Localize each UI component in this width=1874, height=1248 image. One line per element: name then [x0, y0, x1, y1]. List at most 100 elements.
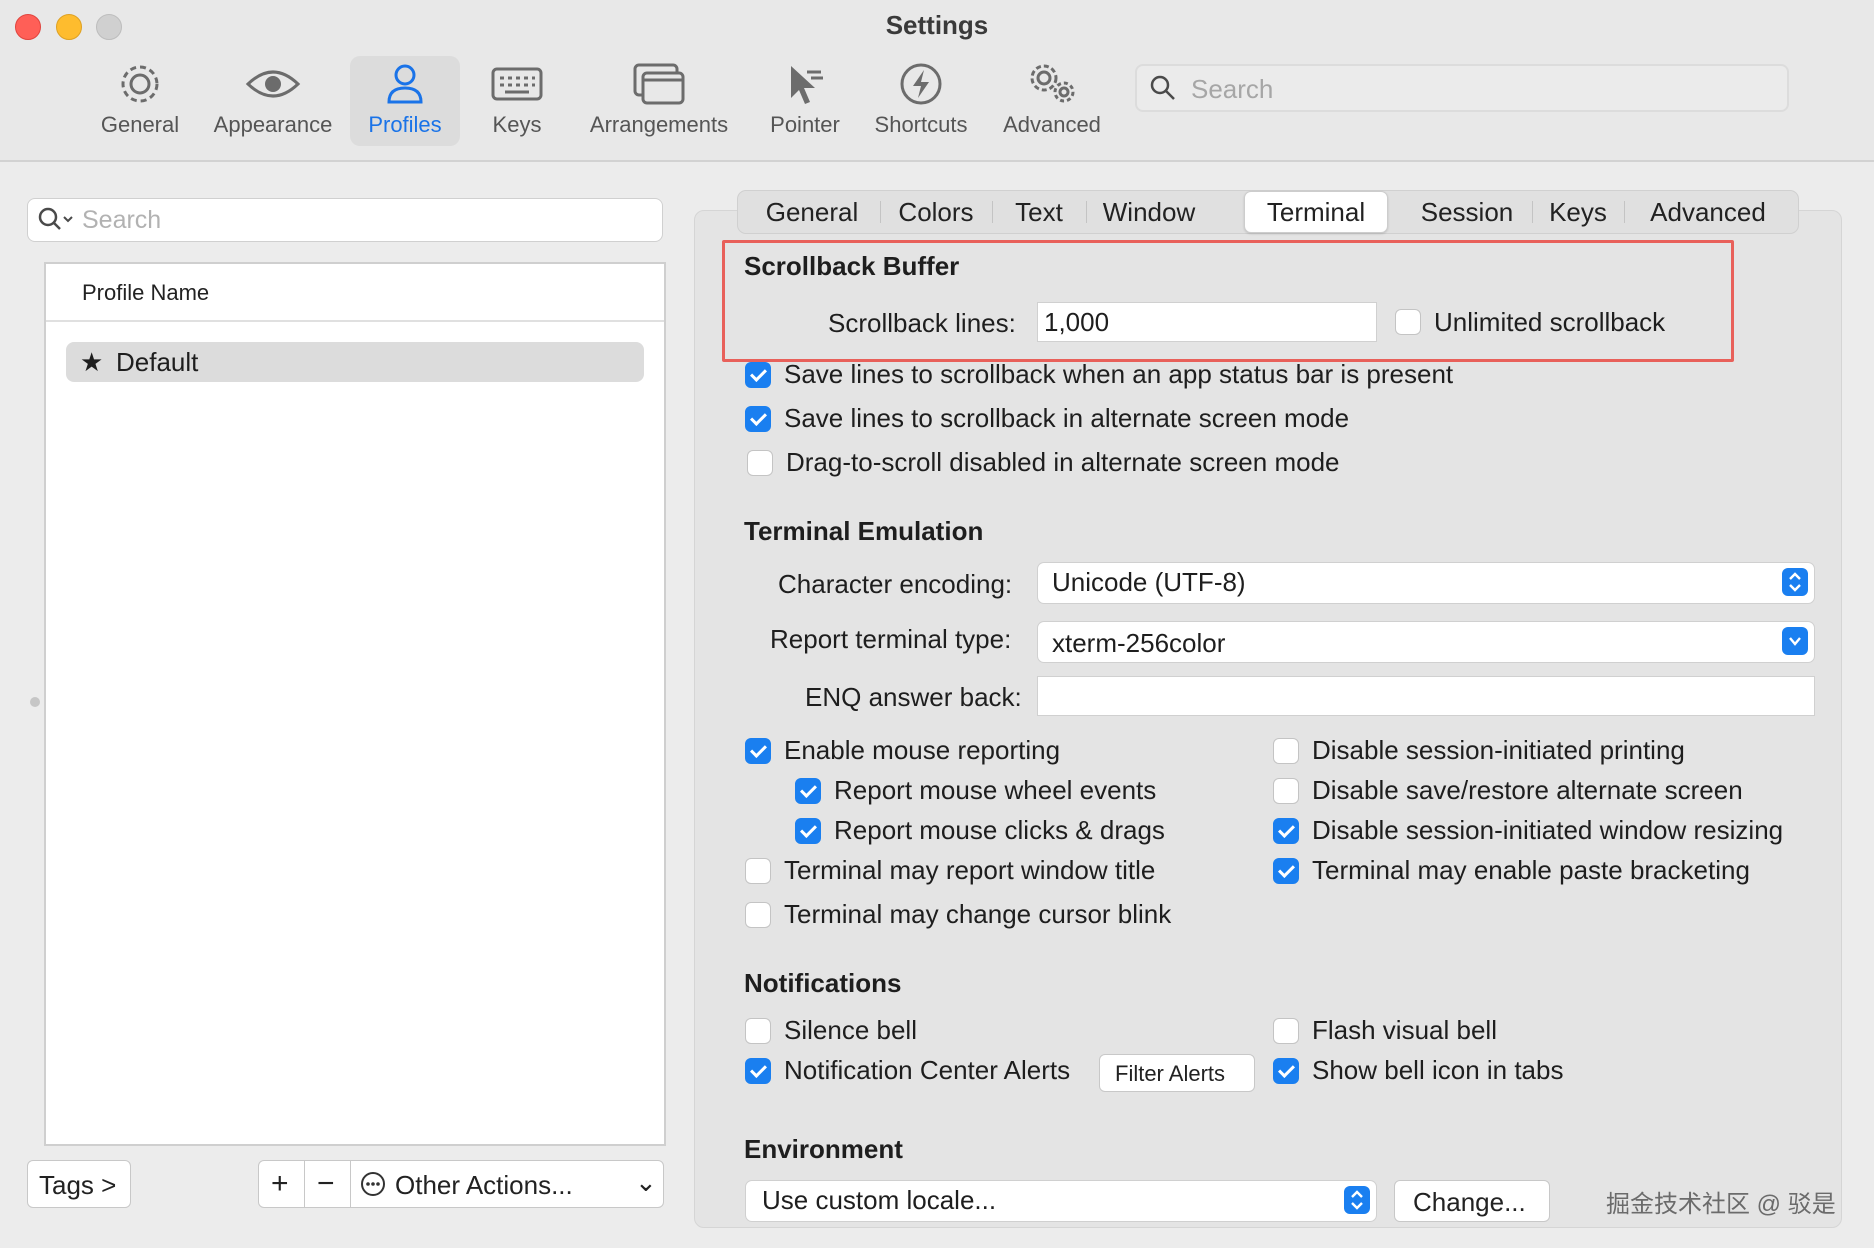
star-icon: ★ — [80, 347, 104, 377]
gears-icon — [996, 62, 1108, 106]
other-actions-button[interactable]: Other Actions... ⌄ — [350, 1160, 664, 1208]
toolbar-arrangements[interactable]: Arrangements — [582, 56, 736, 146]
disable-alt-screen-checkbox[interactable] — [1273, 778, 1299, 804]
other-actions-label: Other Actions... — [395, 1170, 573, 1200]
tab-terminal[interactable]: Terminal — [1244, 191, 1388, 233]
paste-bracketing-label: Terminal may enable paste bracketing — [1312, 855, 1750, 885]
eye-icon — [205, 62, 341, 106]
save-lines-status-bar-checkbox[interactable] — [745, 362, 771, 388]
updown-chevron-icon — [1344, 1186, 1370, 1214]
environment-section-title: Environment — [744, 1134, 903, 1164]
change-locale-button[interactable]: Change... — [1394, 1180, 1550, 1222]
drag-to-scroll-checkbox[interactable] — [747, 450, 773, 476]
toolbar-label: Shortcuts — [874, 112, 968, 137]
filter-alerts-button[interactable]: Filter Alerts — [1099, 1054, 1255, 1092]
window-title: Settings — [885, 10, 989, 40]
toolbar-profiles[interactable]: Profiles — [350, 56, 460, 146]
toolbar-advanced[interactable]: Advanced — [996, 56, 1108, 146]
emulation-section-title: Terminal Emulation — [744, 516, 984, 546]
report-mouse-wheel-checkbox[interactable] — [795, 778, 821, 804]
show-bell-icon-checkbox[interactable] — [1273, 1058, 1299, 1084]
search-icon — [38, 207, 76, 238]
profile-list-header[interactable]: Profile Name — [46, 264, 664, 322]
change-cursor-blink-label: Terminal may change cursor blink — [784, 899, 1172, 929]
notification-center-alerts-checkbox[interactable] — [745, 1058, 771, 1084]
search-placeholder: Search — [1191, 74, 1274, 104]
report-window-title-label: Terminal may report window title — [784, 855, 1156, 885]
column-header-label: Profile Name — [82, 280, 210, 305]
save-lines-alt-screen-checkbox[interactable] — [745, 406, 771, 432]
tags-button[interactable]: Tags > — [27, 1160, 131, 1208]
enable-mouse-reporting-checkbox[interactable] — [745, 738, 771, 764]
change-cursor-blink-checkbox[interactable] — [745, 902, 771, 928]
toolbar-shortcuts[interactable]: Shortcuts — [866, 56, 976, 146]
search-placeholder: Search — [82, 206, 162, 234]
notifications-section-title: Notifications — [744, 968, 902, 998]
tab-session[interactable]: Session — [1406, 191, 1528, 233]
terminal-type-label: Report terminal type: — [770, 624, 1012, 654]
flash-visual-bell-label: Flash visual bell — [1312, 1015, 1497, 1045]
show-bell-icon-label: Show bell icon in tabs — [1312, 1055, 1564, 1085]
remove-profile-button[interactable]: − — [304, 1160, 352, 1208]
profile-row-default[interactable]: ★ Default — [66, 342, 644, 382]
notification-center-alerts-label: Notification Center Alerts — [784, 1055, 1071, 1085]
resize-handle[interactable] — [30, 697, 40, 707]
report-mouse-clicks-label: Report mouse clicks & drags — [834, 815, 1165, 845]
toolbar-general[interactable]: General — [92, 56, 188, 146]
search-icon — [1149, 74, 1177, 107]
gear-icon — [92, 62, 188, 106]
tab-window[interactable]: Window — [1090, 191, 1208, 233]
tab-general[interactable]: General — [748, 191, 876, 233]
locale-select[interactable]: Use custom locale... — [745, 1180, 1377, 1222]
enable-mouse-reporting-label: Enable mouse reporting — [784, 735, 1061, 765]
tab-keys[interactable]: Keys — [1536, 191, 1620, 233]
profile-search-input[interactable]: Search — [27, 198, 663, 242]
bolt-icon — [866, 62, 976, 106]
tab-advanced[interactable]: Advanced — [1628, 191, 1788, 233]
profile-list: Profile Name ★ Default — [44, 262, 666, 1146]
terminal-type-combobox[interactable]: xterm-256color — [1037, 621, 1815, 663]
windows-icon — [582, 62, 736, 106]
encoding-label: Character encoding: — [778, 569, 1013, 599]
disable-window-resizing-label: Disable session-initiated window resizin… — [1312, 815, 1784, 845]
toolbar-label: Appearance — [213, 112, 333, 137]
toolbar-label: Profiles — [368, 112, 442, 137]
report-mouse-wheel-label: Report mouse wheel events — [834, 775, 1157, 805]
settings-window: Settings General Appearance Profiles Key… — [0, 0, 1874, 1248]
save-lines-alt-screen-label: Save lines to scrollback in alternate sc… — [784, 403, 1350, 433]
report-window-title-checkbox[interactable] — [745, 858, 771, 884]
silence-bell-checkbox[interactable] — [745, 1018, 771, 1044]
drag-to-scroll-label: Drag-to-scroll disabled in alternate scr… — [786, 447, 1340, 477]
paste-bracketing-checkbox[interactable] — [1273, 858, 1299, 884]
disable-printing-checkbox[interactable] — [1273, 738, 1299, 764]
keyboard-icon — [476, 62, 558, 106]
tab-colors[interactable]: Colors — [884, 191, 988, 233]
watermark: 掘金技术社区 @ 驳是 — [1606, 1191, 1836, 1218]
toolbar-appearance[interactable]: Appearance — [205, 56, 341, 146]
toolbar-label: General — [100, 112, 180, 137]
disable-window-resizing-checkbox[interactable] — [1273, 818, 1299, 844]
toolbar-label: Keys — [492, 112, 542, 137]
enq-label: ENQ answer back: — [805, 682, 1022, 712]
updown-chevron-icon — [1782, 568, 1808, 596]
chevron-down-icon: ⌄ — [635, 1167, 657, 1197]
enq-answer-back-input[interactable] — [1037, 676, 1815, 716]
toolbar-label: Advanced — [1003, 112, 1101, 137]
add-profile-button[interactable]: + — [258, 1160, 306, 1208]
disable-printing-label: Disable session-initiated printing — [1312, 735, 1685, 765]
tab-text[interactable]: Text — [996, 191, 1082, 233]
silence-bell-label: Silence bell — [784, 1015, 917, 1045]
report-mouse-clicks-checkbox[interactable] — [795, 818, 821, 844]
toolbar-keys[interactable]: Keys — [476, 56, 558, 146]
toolbar-label: Arrangements — [589, 112, 729, 137]
ellipsis-circle-icon — [359, 1170, 387, 1205]
disable-alt-screen-label: Disable save/restore alternate screen — [1312, 775, 1743, 805]
person-icon — [350, 62, 460, 106]
encoding-select[interactable]: Unicode (UTF-8) — [1037, 562, 1815, 604]
flash-visual-bell-checkbox[interactable] — [1273, 1018, 1299, 1044]
cursor-icon — [760, 62, 850, 106]
toolbar-pointer[interactable]: Pointer — [760, 56, 850, 146]
toolbar-search-field[interactable]: Search — [1135, 64, 1789, 112]
chevron-down-icon — [1782, 627, 1808, 655]
highlight-annotation-box — [722, 240, 1734, 362]
